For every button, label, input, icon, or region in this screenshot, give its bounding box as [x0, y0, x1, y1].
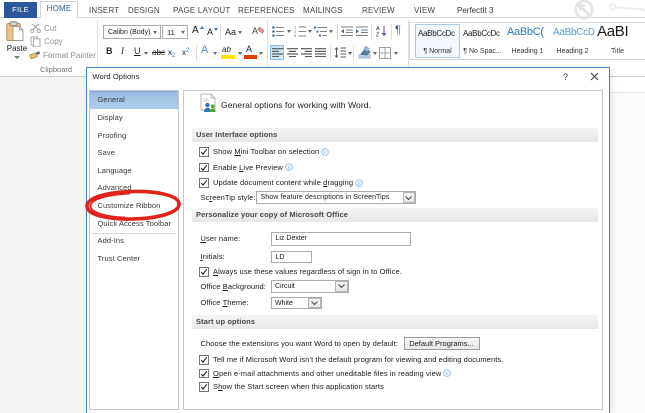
svg-text:Z: Z: [376, 33, 380, 38]
svg-text:A: A: [376, 26, 380, 32]
svg-text:3: 3: [294, 33, 297, 37]
